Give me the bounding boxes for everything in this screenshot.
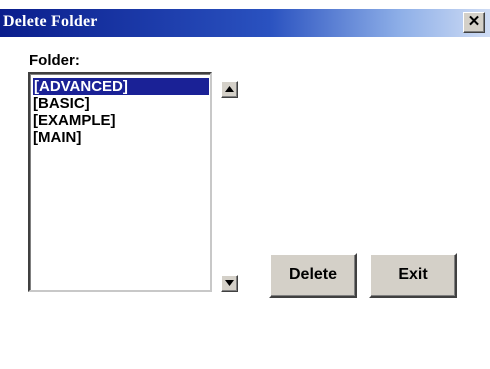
folder-label: Folder:: [29, 52, 80, 69]
list-item-main[interactable]: [MAIN]: [33, 129, 81, 146]
scroll-down-button[interactable]: [221, 275, 238, 292]
scroll-up-button[interactable]: [221, 81, 238, 98]
delete-folder-dialog: Delete Folder ✕ Folder: [ADVANCED] [BASI…: [0, 0, 490, 369]
window-title: Delete Folder: [3, 13, 98, 30]
title-bar[interactable]: Delete Folder ✕: [0, 9, 490, 37]
delete-button[interactable]: Delete: [269, 253, 357, 298]
list-item-advanced[interactable]: [ADVANCED]: [33, 78, 209, 95]
exit-button[interactable]: Exit: [369, 253, 457, 298]
folder-listbox[interactable]: [ADVANCED] [BASIC] [EXAMPLE] [MAIN]: [28, 72, 212, 292]
list-item-basic[interactable]: [BASIC]: [33, 95, 90, 112]
close-icon: ✕: [467, 13, 481, 30]
list-item-example[interactable]: [EXAMPLE]: [33, 112, 116, 129]
close-button[interactable]: ✕: [463, 12, 485, 33]
